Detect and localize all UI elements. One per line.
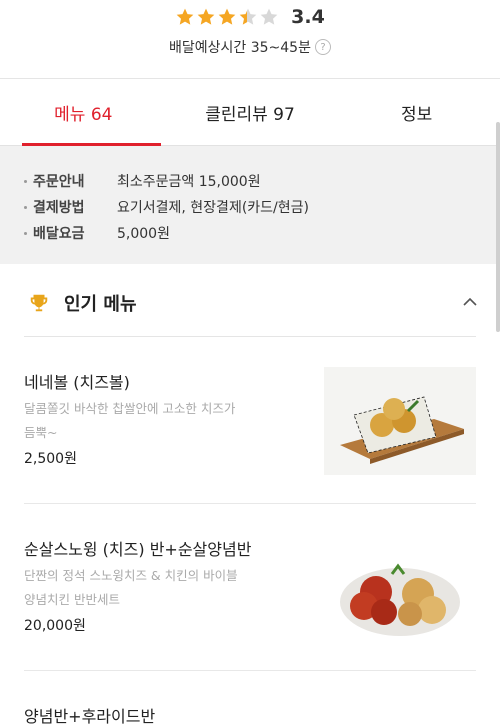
popular-menu-header[interactable]: 인기 메뉴 bbox=[0, 270, 500, 336]
scrollbar[interactable] bbox=[496, 122, 500, 332]
menu-item-image-chicken bbox=[324, 534, 476, 642]
menu-item-description: 단짠의 정석 스노윙치즈 & 치킨의 바이블 양념치킨 반반세트 bbox=[24, 564, 304, 612]
tab-reviews[interactable]: 클린리뷰 97 bbox=[167, 79, 334, 145]
menu-item[interactable]: 양념반+후라이드반 bbox=[0, 671, 500, 724]
star-half-icon bbox=[239, 8, 257, 25]
info-row-payment: 결제방법 요기서결제, 현장결제(카드/현금) bbox=[24, 194, 500, 220]
menu-item-name: 양념반+후라이드반 bbox=[24, 707, 156, 724]
menu-item-price: 2,500원 bbox=[24, 451, 77, 467]
star-empty-icon bbox=[260, 8, 278, 25]
menu-item-name: 순살스노윙 (치즈) 반+순살양념반 bbox=[24, 540, 252, 559]
menu-item[interactable]: 순살스노윙 (치즈) 반+순살양념반 단짠의 정석 스노윙치즈 & 치킨의 바이… bbox=[0, 504, 500, 670]
menu-item-description: 달콤쫄깃 바삭한 찹쌀안에 고소한 치즈가 듬뿍~ bbox=[24, 397, 304, 445]
cheeseballs-image bbox=[324, 367, 476, 475]
info-key: 배달요금 bbox=[33, 226, 85, 242]
info-row-order: 주문안내 최소주문금액 15,000원 bbox=[24, 168, 500, 194]
bullet-icon bbox=[24, 231, 27, 235]
section-title: 인기 메뉴 bbox=[64, 294, 137, 315]
bullet-icon bbox=[24, 179, 27, 183]
menu-item[interactable]: 네네볼 (치즈볼) 달콤쫄깃 바삭한 찹쌀안에 고소한 치즈가 듬뿍~ 2,50… bbox=[0, 337, 500, 503]
delivery-time: 배달예상시간 35~45분 ? bbox=[0, 37, 500, 57]
chevron-up-icon[interactable] bbox=[462, 294, 478, 310]
info-value: 최소주문금액 15,000원 bbox=[117, 174, 261, 190]
star-icon bbox=[218, 8, 236, 25]
menu-item-text: 네네볼 (치즈볼) 달콤쫄깃 바삭한 찹쌀안에 고소한 치즈가 듬뿍~ 2,50… bbox=[24, 371, 304, 469]
tab-info[interactable]: 정보 bbox=[333, 79, 500, 145]
rating-row: 3.4 bbox=[0, 4, 500, 30]
star-icon bbox=[197, 8, 215, 25]
menu-item-price: 20,000원 bbox=[24, 618, 86, 634]
menu-desc-line: 양념치킨 반반세트 bbox=[24, 592, 120, 607]
help-icon[interactable]: ? bbox=[314, 39, 331, 55]
trophy-icon bbox=[30, 294, 48, 312]
menu-desc-line: 단짠의 정석 스노윙치즈 & 치킨의 바이블 bbox=[24, 568, 238, 583]
info-value: 5,000원 bbox=[117, 226, 170, 242]
info-value: 요기서결제, 현장결제(카드/현금) bbox=[117, 200, 309, 216]
rating-value: 3.4 bbox=[291, 6, 325, 28]
bullet-icon bbox=[24, 205, 27, 209]
delivery-time-text: 배달예상시간 35~45분 bbox=[169, 40, 311, 56]
chicken-image bbox=[324, 534, 476, 642]
star-icon bbox=[176, 8, 194, 25]
menu-item-image-cheeseballs bbox=[324, 367, 476, 475]
info-key: 주문안내 bbox=[33, 174, 85, 190]
order-info-box: 주문안내 최소주문금액 15,000원 결제방법 요기서결제, 현장결제(카드/… bbox=[0, 146, 500, 264]
tab-menu[interactable]: 메뉴 64 bbox=[0, 79, 167, 146]
info-key: 결제방법 bbox=[33, 200, 85, 216]
menu-desc-line: 듬뿍~ bbox=[24, 425, 58, 440]
menu-item-text: 순살스노윙 (치즈) 반+순살양념반 단짠의 정석 스노윙치즈 & 치킨의 바이… bbox=[24, 538, 304, 636]
menu-item-text: 양념반+후라이드반 bbox=[24, 705, 304, 724]
rating-stars bbox=[175, 7, 279, 27]
menu-item-name: 네네볼 (치즈볼) bbox=[24, 373, 130, 392]
menu-desc-line: 달콤쫄깃 바삭한 찹쌀안에 고소한 치즈가 bbox=[24, 401, 236, 416]
tab-bar: 메뉴 64 클린리뷰 97 정보 bbox=[0, 79, 500, 146]
info-row-delivery-fee: 배달요금 5,000원 bbox=[24, 220, 500, 246]
